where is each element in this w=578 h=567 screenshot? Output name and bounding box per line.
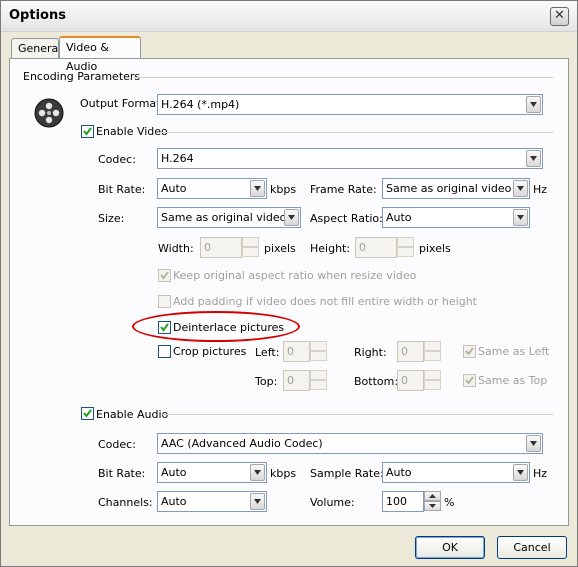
- enable-video-checkbox[interactable]: [81, 125, 94, 138]
- frame-rate-value: Same as original video: [386, 182, 512, 195]
- sample-rate-value: Auto: [386, 466, 412, 479]
- ok-button[interactable]: OK: [415, 536, 485, 559]
- crop-top-input[interactable]: 0: [283, 370, 310, 391]
- width-label: Width:: [158, 242, 194, 255]
- width-stepper[interactable]: [242, 237, 259, 258]
- video-codec-value: H.264: [161, 152, 194, 165]
- height-input[interactable]: 0: [355, 237, 397, 258]
- sample-rate-label: Sample Rate:: [310, 467, 384, 480]
- enable-audio-checkbox[interactable]: [81, 407, 94, 420]
- crop-bottom-stepper[interactable]: [424, 370, 441, 391]
- video-divider: [161, 132, 553, 133]
- output-format-select[interactable]: H.264 (*.mp4): [157, 94, 543, 115]
- volume-label: Volume:: [310, 496, 355, 509]
- close-button[interactable]: ✕: [550, 7, 569, 26]
- chevron-up-icon[interactable]: [424, 491, 441, 501]
- audio-bitrate-select[interactable]: Auto: [157, 462, 267, 483]
- same-as-left-label: Same as Left: [478, 345, 550, 358]
- group-divider: [134, 77, 553, 78]
- chevron-down-icon[interactable]: [250, 464, 265, 481]
- keep-aspect-label: Keep original aspect ratio when resize v…: [173, 269, 417, 282]
- video-codec-select[interactable]: H.264: [157, 148, 543, 169]
- height-stepper[interactable]: [397, 237, 414, 258]
- highlight-ellipse: [132, 311, 300, 342]
- aspect-ratio-select[interactable]: Auto: [382, 207, 530, 228]
- channels-select[interactable]: Auto: [157, 491, 267, 512]
- size-select[interactable]: Same as original video: [157, 207, 301, 228]
- aspect-ratio-label: Aspect Ratio:: [310, 212, 383, 225]
- output-format-label: Output Format:: [80, 97, 165, 110]
- audio-codec-value: AAC (Advanced Audio Codec): [161, 437, 323, 450]
- volume-unit: %: [444, 496, 455, 509]
- crop-left-input[interactable]: 0: [283, 341, 310, 362]
- width-input[interactable]: 0: [200, 237, 242, 258]
- video-bitrate-select[interactable]: Auto: [157, 178, 267, 199]
- tab-video-audio[interactable]: Video & Audio: [59, 36, 141, 73]
- same-as-top-checkbox[interactable]: [463, 374, 476, 387]
- crop-top-stepper[interactable]: [310, 370, 327, 391]
- same-as-left-checkbox[interactable]: [463, 345, 476, 358]
- options-dialog: Options ✕ General Video & Audio Encoding…: [0, 0, 578, 567]
- size-value: Same as original video: [161, 211, 287, 224]
- chevron-down-icon[interactable]: [513, 209, 528, 226]
- height-label: Height:: [310, 242, 351, 255]
- height-unit: pixels: [419, 242, 451, 255]
- chevron-down-icon[interactable]: [526, 150, 541, 167]
- audio-bitrate-label: Bit Rate:: [98, 467, 146, 480]
- padding-label: Add padding if video does not fill entir…: [173, 295, 477, 308]
- video-bitrate-unit: kbps: [270, 183, 297, 196]
- channels-label: Channels:: [98, 496, 153, 509]
- chevron-down-icon[interactable]: [526, 435, 541, 452]
- same-as-top-label: Same as Top: [478, 374, 548, 387]
- audio-bitrate-unit: kbps: [270, 467, 297, 480]
- crop-left-stepper[interactable]: [310, 341, 327, 362]
- chevron-down-icon[interactable]: [250, 493, 265, 510]
- output-format-value: H.264 (*.mp4): [161, 98, 240, 111]
- close-icon: ✕: [554, 8, 565, 23]
- chevron-down-icon[interactable]: [424, 501, 441, 511]
- crop-top-label: Top:: [255, 375, 278, 388]
- chevron-down-icon[interactable]: [513, 464, 528, 481]
- padding-checkbox[interactable]: [158, 295, 171, 308]
- crop-bottom-label: Bottom:: [354, 375, 399, 388]
- aspect-ratio-value: Auto: [386, 211, 412, 224]
- volume-stepper[interactable]: [424, 491, 441, 512]
- window-title: Options: [9, 8, 66, 23]
- audio-codec-select[interactable]: AAC (Advanced Audio Codec): [157, 433, 543, 454]
- volume-input[interactable]: 100: [382, 491, 424, 512]
- sample-rate-select[interactable]: Auto: [382, 462, 530, 483]
- enable-video-label: Enable Video: [96, 125, 168, 138]
- frame-rate-unit: Hz: [533, 183, 548, 196]
- chevron-down-icon[interactable]: [513, 180, 528, 197]
- enable-audio-label: Enable Audio: [96, 408, 169, 421]
- width-unit: pixels: [264, 242, 296, 255]
- frame-rate-select[interactable]: Same as original video: [382, 178, 530, 199]
- chevron-down-icon[interactable]: [284, 209, 299, 226]
- crop-right-stepper[interactable]: [424, 341, 441, 362]
- video-codec-label: Codec:: [98, 153, 136, 166]
- video-bitrate-label: Bit Rate:: [98, 183, 146, 196]
- chevron-down-icon[interactable]: [526, 96, 541, 113]
- audio-divider: [161, 414, 553, 415]
- crop-bottom-input[interactable]: 0: [397, 370, 424, 391]
- tab-general[interactable]: General: [11, 38, 61, 58]
- size-label: Size:: [98, 212, 125, 225]
- title-bar: Options ✕: [1, 1, 577, 32]
- crop-left-label: Left:: [255, 346, 280, 359]
- audio-bitrate-value: Auto: [161, 466, 187, 479]
- sample-rate-unit: Hz: [533, 467, 548, 480]
- film-reel-icon: [33, 97, 65, 129]
- crop-right-input[interactable]: 0: [397, 341, 424, 362]
- audio-codec-label: Codec:: [98, 438, 136, 451]
- crop-label: Crop pictures: [173, 345, 247, 358]
- video-bitrate-value: Auto: [161, 182, 187, 195]
- chevron-down-icon[interactable]: [250, 180, 265, 197]
- frame-rate-label: Frame Rate:: [310, 183, 377, 196]
- crop-right-label: Right:: [354, 346, 387, 359]
- keep-aspect-checkbox[interactable]: [158, 269, 171, 282]
- cancel-button[interactable]: Cancel: [497, 536, 567, 559]
- channels-value: Auto: [161, 495, 187, 508]
- crop-checkbox[interactable]: [158, 345, 171, 358]
